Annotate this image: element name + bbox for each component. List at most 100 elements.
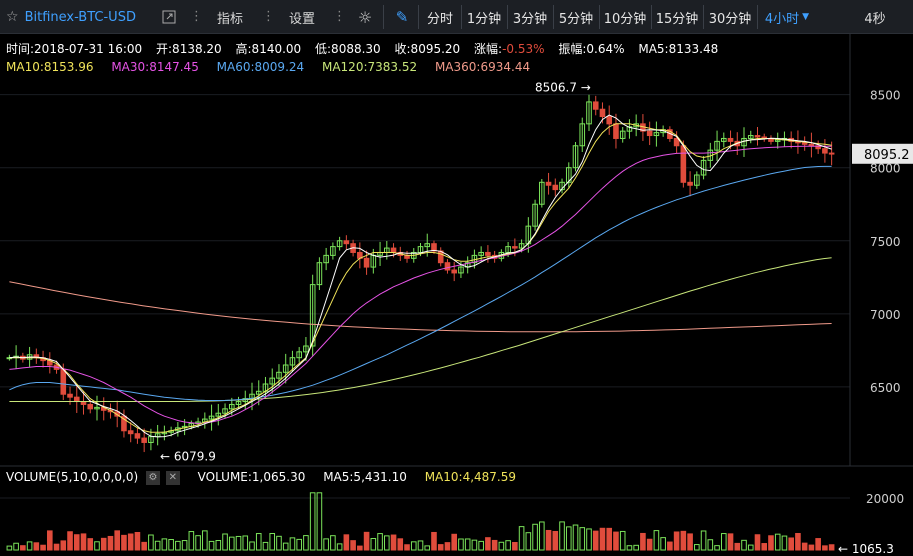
volume-bar (606, 527, 613, 551)
volume-bar (660, 537, 666, 551)
candle-body (754, 135, 761, 138)
volume-bar (552, 530, 559, 551)
volume-bar (687, 533, 693, 551)
volume-bar (269, 533, 276, 551)
volume-bar (579, 527, 586, 551)
ma30-line (9, 145, 832, 425)
volume-bar (107, 535, 114, 551)
volume-bar (680, 530, 687, 551)
candle-body (134, 433, 141, 439)
volume-bar (168, 539, 174, 551)
candle-body (141, 437, 147, 443)
volume-bar (188, 531, 195, 551)
high-price-marker: 8506.7 → (535, 81, 591, 95)
volume-bar (667, 541, 673, 551)
volume-bar (512, 541, 518, 551)
volume-bar (202, 530, 208, 551)
volume-bar (734, 542, 741, 551)
volume-bar (215, 540, 222, 551)
candle-body (808, 143, 815, 147)
volume-ma10: MA10:4,487.59 (424, 470, 517, 484)
volume-bar (350, 540, 356, 551)
volume-bar (828, 544, 835, 551)
volume-bar (363, 531, 370, 551)
volume-bar (40, 544, 46, 551)
volume-bar (768, 535, 774, 551)
volume-bar (134, 531, 141, 551)
volume-bar (410, 541, 417, 551)
candle-body (60, 368, 67, 395)
candle-body (613, 123, 619, 139)
volume-bar (242, 535, 249, 551)
volume-bar (262, 541, 269, 551)
volume-bar (175, 540, 181, 551)
volume-bar (646, 538, 653, 551)
volume-bar (545, 529, 552, 551)
volume-bar (761, 543, 768, 551)
volume-bar (249, 541, 255, 551)
candle-body (545, 181, 552, 186)
volume-bar (424, 545, 431, 551)
candle-body (485, 251, 491, 256)
candle-body (822, 148, 828, 154)
low-price-marker: ← 6079.9 (160, 449, 216, 463)
volume-bar (720, 533, 727, 551)
volume-ma5: MA5:5,431.10 (323, 470, 407, 484)
volume-bar (714, 545, 720, 551)
volume-bar (498, 541, 505, 551)
volume-bar (599, 527, 606, 551)
volume-bar (694, 544, 700, 551)
volume-bar (276, 535, 282, 551)
volume-bar (727, 533, 734, 551)
volume-bar (323, 538, 329, 551)
volume-bar (808, 544, 815, 551)
volume-bar (94, 541, 100, 551)
volume-bar (384, 535, 390, 551)
volume-tick-label: 20000 (866, 492, 904, 506)
volume-bar (100, 537, 107, 551)
volume-bar (73, 534, 80, 551)
volume-bar (822, 545, 828, 551)
candle-body (552, 184, 559, 191)
volume-bar (255, 533, 262, 551)
candle-body (680, 145, 687, 183)
volume-bar (586, 528, 592, 551)
volume-bar (228, 536, 235, 551)
volume-bar (539, 521, 545, 551)
volume-close-icon[interactable]: ✕ (165, 470, 180, 485)
volume-bar (458, 538, 464, 551)
volume-bar (343, 534, 350, 551)
volume-bar (485, 537, 491, 551)
volume-bar (235, 535, 242, 551)
volume-bar (471, 539, 478, 551)
volume-bar (121, 534, 127, 551)
volume-bar (181, 540, 188, 551)
candle-body (673, 137, 680, 147)
volume-bar (437, 544, 444, 551)
volume-bar (114, 530, 121, 551)
candle-body (512, 246, 518, 249)
volume-bar (60, 540, 67, 551)
volume-bar (195, 535, 201, 551)
volume-bar (633, 544, 639, 551)
volume-bar (303, 535, 309, 551)
volume-bar (336, 543, 343, 551)
y-tick-label: 7500 (870, 235, 901, 249)
candle-body (437, 250, 444, 264)
volume-bar (397, 538, 404, 551)
candle-body (646, 130, 653, 137)
candle-body (687, 181, 693, 186)
volume-bar (417, 540, 424, 551)
volume-bar (774, 533, 781, 551)
volume-bar (127, 533, 134, 551)
volume-bar (161, 538, 168, 551)
y-tick-label: 7000 (870, 308, 901, 322)
volume-bar (741, 539, 747, 551)
volume-bar (788, 537, 794, 551)
volume-gear-icon[interactable]: ⚙ (145, 470, 160, 485)
volume-bar (13, 542, 19, 551)
volume-bar (626, 545, 633, 551)
volume-bar (309, 492, 316, 551)
current-price-label: 8095.2 (864, 148, 910, 163)
candle-body (592, 101, 599, 110)
